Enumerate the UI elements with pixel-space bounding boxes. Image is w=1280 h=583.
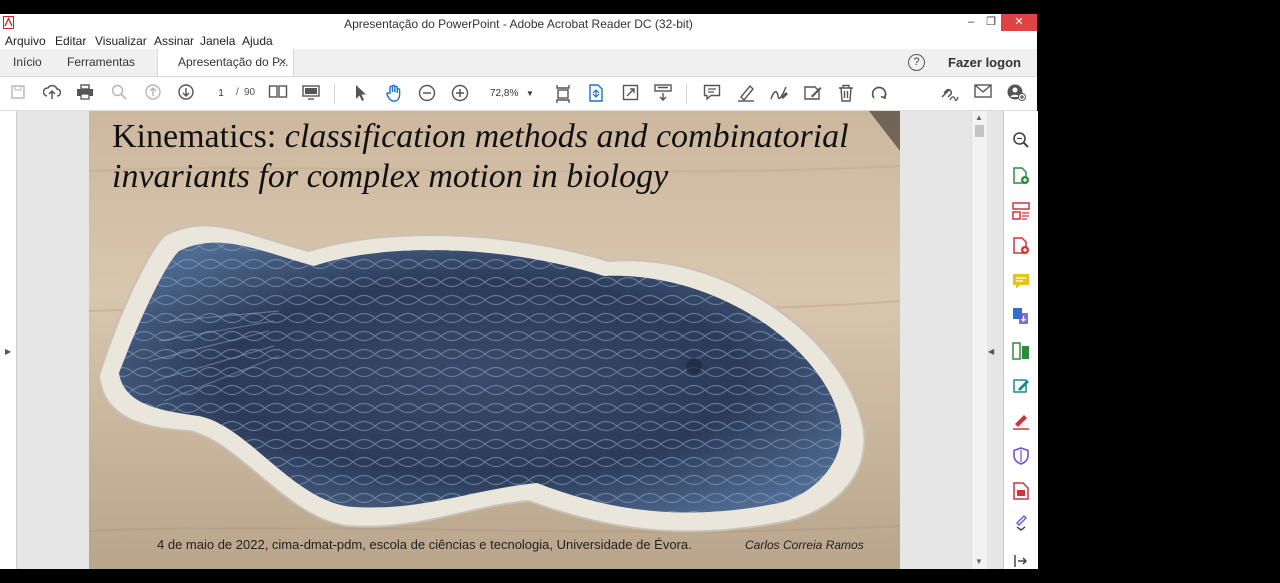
edit-pdf-icon[interactable] bbox=[1010, 377, 1032, 399]
comment-tool-icon[interactable] bbox=[1010, 272, 1032, 294]
send-for-signature-icon[interactable] bbox=[802, 84, 822, 104]
slide-title-line2: invariants for complex motion in biology bbox=[112, 158, 669, 195]
full-screen-icon[interactable] bbox=[620, 84, 640, 104]
menu-visualizar[interactable]: Visualizar bbox=[95, 34, 147, 48]
toolbar-divider bbox=[334, 84, 335, 104]
sign-pen-icon[interactable] bbox=[769, 84, 789, 104]
collapse-tools-pane-icon[interactable] bbox=[1010, 553, 1032, 575]
tab-tools[interactable]: Ferramentas bbox=[67, 49, 135, 76]
share-link-icon[interactable] bbox=[939, 84, 959, 104]
scroll-mode-icon[interactable] bbox=[553, 84, 573, 104]
page-total: 90 bbox=[244, 87, 256, 98]
fit-page-icon[interactable] bbox=[586, 84, 606, 104]
export-pdf-icon[interactable] bbox=[1010, 167, 1032, 189]
zoom-select[interactable]: 72,8% ▼ bbox=[482, 85, 538, 102]
next-page-icon[interactable] bbox=[176, 84, 196, 104]
scroll-up-arrow-icon[interactable]: ▲ bbox=[975, 113, 983, 122]
rotate-icon[interactable] bbox=[869, 84, 889, 104]
help-icon[interactable]: ? bbox=[908, 54, 925, 71]
slide-title-plain: Kinematics: bbox=[112, 118, 277, 155]
slide-page: Kinematics: classification methods and c… bbox=[89, 111, 900, 569]
page-separator: / bbox=[236, 87, 239, 98]
title-bar: Apresentação do PowerPoint - Adobe Acrob… bbox=[0, 14, 1037, 33]
combine-files-icon[interactable] bbox=[1010, 307, 1032, 329]
tab-close-icon[interactable]: × bbox=[279, 49, 287, 75]
hand-tool-icon[interactable] bbox=[384, 84, 404, 104]
tab-document-label: Apresentação do P... bbox=[178, 55, 289, 69]
prepare-form-icon[interactable] bbox=[1010, 482, 1032, 504]
print-icon[interactable] bbox=[75, 84, 95, 104]
page-number-input[interactable]: 1 bbox=[208, 85, 234, 102]
search-icon[interactable] bbox=[1010, 131, 1032, 153]
login-button[interactable]: Fazer logon bbox=[948, 55, 1021, 70]
create-pdf-icon[interactable] bbox=[1010, 237, 1032, 259]
expand-arrow-icon[interactable]: ▶ bbox=[5, 347, 11, 356]
read-mode-icon[interactable] bbox=[653, 84, 673, 104]
scroll-down-arrow-icon[interactable]: ▼ bbox=[975, 557, 983, 566]
right-tools-pane bbox=[1003, 111, 1038, 569]
tab-document[interactable]: Apresentação do P... × bbox=[157, 49, 294, 76]
toolbar-divider bbox=[686, 84, 687, 104]
organize-pages-icon[interactable] bbox=[1010, 202, 1032, 224]
select-cursor-icon[interactable] bbox=[350, 84, 370, 104]
zoom-in-icon[interactable] bbox=[450, 84, 470, 104]
previous-page-icon[interactable] bbox=[143, 84, 163, 104]
menu-arquivo[interactable]: Arquivo bbox=[5, 34, 46, 48]
zoom-value: 72,8% bbox=[490, 88, 519, 99]
scrollbar-thumb[interactable] bbox=[975, 125, 984, 137]
slide-title-italic: classification methods and combinatorial bbox=[276, 118, 849, 155]
protect-shield-icon[interactable] bbox=[1010, 447, 1032, 469]
left-panel-toggle[interactable]: ▶ bbox=[0, 111, 17, 569]
zoom-out-icon[interactable] bbox=[417, 84, 437, 104]
email-icon[interactable] bbox=[973, 84, 993, 104]
menu-bar: Arquivo Editar Visualizar Assinar Janela… bbox=[0, 33, 1037, 49]
acrobat-window: Apresentação do PowerPoint - Adobe Acrob… bbox=[0, 14, 1038, 569]
slide-title: Kinematics: classification methods and c… bbox=[112, 117, 849, 157]
menu-ajuda[interactable]: Ajuda bbox=[242, 34, 273, 48]
comment-icon[interactable] bbox=[702, 84, 722, 104]
compare-files-icon[interactable] bbox=[1010, 342, 1032, 364]
menu-editar[interactable]: Editar bbox=[55, 34, 86, 48]
zoom-out-search-icon[interactable] bbox=[109, 84, 129, 104]
toolbar: 1 / 90 72,8% ▼ bbox=[0, 77, 1037, 111]
slide-footer: 4 de maio de 2022, cima-dmat-pdm, escola… bbox=[157, 537, 692, 552]
document-area[interactable]: ▶ Kinematics: classification methods and… bbox=[0, 111, 1038, 569]
fill-sign-icon[interactable] bbox=[1010, 412, 1032, 434]
add-user-icon[interactable] bbox=[1006, 84, 1026, 104]
window-title: Apresentação do PowerPoint - Adobe Acrob… bbox=[344, 17, 693, 31]
tab-home[interactable]: Início bbox=[13, 49, 42, 76]
presentation-mode-icon[interactable] bbox=[301, 84, 321, 104]
cloud-upload-icon[interactable] bbox=[42, 84, 62, 104]
menu-janela[interactable]: Janela bbox=[200, 34, 235, 48]
two-page-view-icon[interactable] bbox=[268, 84, 288, 104]
slide-author: Carlos Correia Ramos bbox=[745, 538, 864, 552]
collapse-pane-arrow-icon[interactable]: ◀ bbox=[988, 347, 994, 356]
chevron-down-icon: ▼ bbox=[526, 89, 534, 98]
more-tools-pen-icon[interactable] bbox=[1010, 513, 1032, 535]
highlight-pen-icon[interactable] bbox=[736, 84, 756, 104]
save-icon[interactable] bbox=[8, 84, 28, 104]
tab-bar: Início Ferramentas Apresentação do P... … bbox=[0, 49, 1037, 77]
vertical-scrollbar[interactable]: ▲ ▼ bbox=[971, 111, 987, 569]
delete-icon[interactable] bbox=[836, 84, 856, 104]
close-window-button[interactable]: ✕ bbox=[1001, 14, 1037, 31]
menu-assinar[interactable]: Assinar bbox=[154, 34, 194, 48]
